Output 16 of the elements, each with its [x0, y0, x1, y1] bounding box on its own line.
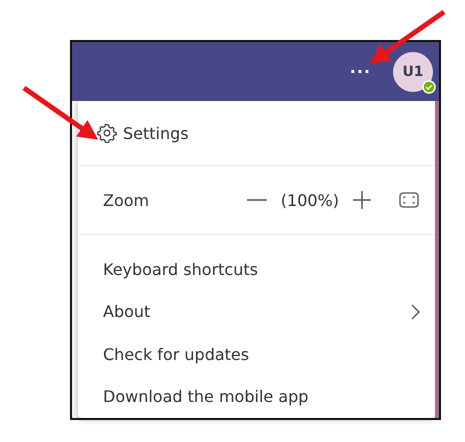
zoom-label: Zoom — [103, 190, 150, 210]
settings-icon — [97, 123, 117, 143]
menu-item[interactable]: About — [78, 290, 435, 333]
zoom-in-button[interactable] — [351, 189, 373, 211]
menu-item[interactable]: Download the mobile app — [78, 376, 435, 418]
status-check-icon — [422, 80, 436, 94]
fullscreen-icon — [399, 192, 419, 208]
minus-icon — [246, 199, 267, 201]
more-button[interactable]: ... — [346, 58, 375, 85]
menu-item[interactable]: Check for updates — [78, 333, 435, 376]
zoom-out-button[interactable] — [244, 197, 269, 203]
zoom-level: (100%) — [280, 190, 339, 210]
avatar[interactable]: U1 — [393, 52, 433, 92]
menu-item[interactable]: Keyboard shortcuts — [78, 248, 435, 290]
fullscreen-button[interactable] — [397, 190, 421, 210]
plus-icon — [353, 191, 371, 209]
